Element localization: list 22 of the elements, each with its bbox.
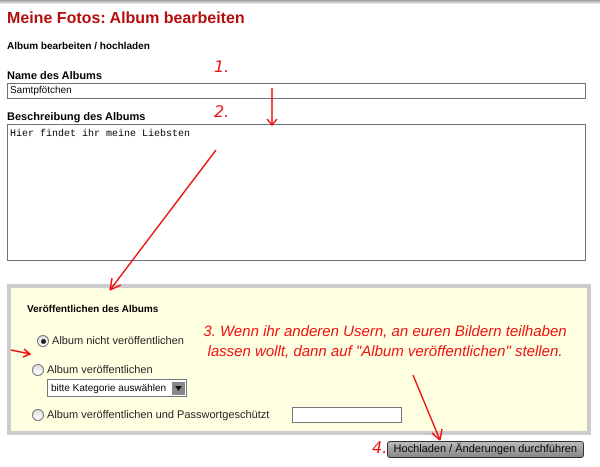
field-label: Name des Albums: [7, 70, 102, 83]
radio-button[interactable]: [32, 409, 44, 422]
submit-button[interactable]: Hochladen / Änderungen durchführen: [386, 441, 584, 458]
category-select[interactable]: bitte Kategorie auswählen: [47, 379, 187, 397]
radio-button[interactable]: [32, 364, 44, 376]
step-number: 4.: [372, 437, 388, 459]
step-number: 1.: [214, 56, 230, 78]
radio-button[interactable]: [37, 335, 49, 348]
field-label: Beschreibung des Albums: [7, 111, 146, 124]
password-field[interactable]: [292, 407, 402, 424]
step-number: 2.: [214, 101, 230, 123]
option-label: Album nicht veröffentlichen: [52, 334, 184, 349]
page-title: Meine Fotos: Album bearbeiten: [7, 9, 246, 29]
section-heading: Veröffentlichen des Albums: [27, 303, 160, 317]
annotation-arrow: [266, 87, 278, 127]
annotation-arrow: [10, 347, 32, 359]
page-subtitle: Album bearbeiten / hochladen: [7, 40, 151, 54]
annotation-arrow: [410, 373, 444, 443]
option-label: Album veröffentlichen und Passwortgeschützt: [47, 408, 270, 423]
input-field[interactable]: Samtpfötchen: [7, 83, 586, 99]
text-area[interactable]: Hier findet ihr meine Liebsten: [7, 124, 586, 261]
option-label: Album veröffentlichen: [47, 362, 153, 378]
